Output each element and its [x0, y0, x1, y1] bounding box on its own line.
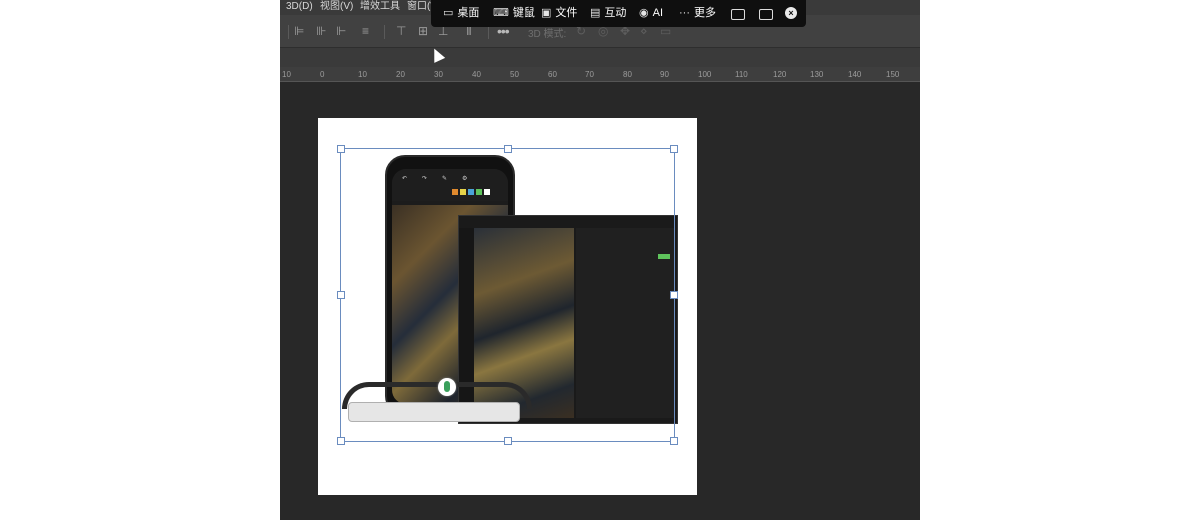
keyboard-mouse-button[interactable]: ⌨ 键鼠: [493, 0, 535, 27]
screenshot-icon[interactable]: [759, 9, 773, 20]
file-button[interactable]: ▣ 文件: [541, 0, 577, 27]
3d-mode-label: 3D 模式:: [528, 29, 567, 40]
transform-handle[interactable]: [504, 145, 512, 153]
horizontal-ruler: 10 0 10 20 30 40 50 60 70 80 90 100 110 …: [280, 67, 920, 82]
menu-3d[interactable]: 3D(D): [286, 0, 313, 15]
transform-handle[interactable]: [337, 145, 345, 153]
tab-strip: [280, 48, 920, 67]
ruler-tick: 130: [810, 70, 824, 79]
ruler-tick: 30: [434, 70, 443, 79]
transform-handle[interactable]: [670, 291, 678, 299]
ruler-tick: 80: [623, 70, 632, 79]
ruler-tick: 150: [886, 70, 900, 79]
transform-handle[interactable]: [337, 437, 345, 445]
ruler-tick: 20: [396, 70, 405, 79]
align-left-icon[interactable]: ⊫: [294, 24, 304, 38]
ruler-tick: 120: [773, 70, 787, 79]
divider: [288, 25, 289, 39]
menu-plugins[interactable]: 增效工具: [360, 0, 400, 15]
menu-view[interactable]: 视图(V): [320, 0, 353, 15]
ruler-tick: 10: [282, 70, 291, 79]
transform-handle[interactable]: [337, 291, 345, 299]
align-middle-icon[interactable]: ⊞: [418, 24, 428, 38]
ai-button[interactable]: ◉ AI: [639, 0, 663, 27]
picture-in-picture-icon[interactable]: [731, 9, 745, 20]
divider: [488, 25, 489, 39]
ruler-tick: 40: [472, 70, 481, 79]
divider: [384, 25, 385, 39]
more-dots-icon: ···: [679, 7, 690, 19]
align-top-icon[interactable]: ⊤: [396, 24, 406, 38]
remote-control-toolbar: ▭ 桌面 ⌨ 键鼠 ▣ 文件 ▤ 互动 ◉ AI ··· 更多 ×: [431, 0, 806, 27]
ruler-tick: 70: [585, 70, 594, 79]
ruler-tick: 140: [848, 70, 862, 79]
ruler-tick: 110: [735, 70, 748, 79]
folder-icon: ▣: [541, 7, 552, 19]
align-right-icon[interactable]: ⊩: [336, 24, 346, 38]
distribute-icon[interactable]: ≡: [362, 24, 369, 38]
desktop-button[interactable]: ▭ 桌面: [443, 0, 479, 27]
transform-handle[interactable]: [504, 437, 512, 445]
eye-icon: ◉: [639, 7, 649, 19]
monitor-icon: ▭: [443, 7, 454, 19]
ruler-tick: 60: [548, 70, 557, 79]
align-center-icon[interactable]: ⊪: [316, 24, 326, 38]
ruler-tick: 10: [358, 70, 367, 79]
keyboard-icon: ⌨: [493, 7, 509, 19]
chat-icon: ▤: [590, 7, 601, 19]
close-icon[interactable]: ×: [785, 7, 797, 19]
ruler-tick: 0: [320, 70, 325, 79]
ruler-tick: 50: [510, 70, 519, 79]
ruler-tick: 100: [698, 70, 712, 79]
transform-handle[interactable]: [670, 437, 678, 445]
more-button[interactable]: ··· 更多: [679, 0, 716, 27]
transform-handle[interactable]: [670, 145, 678, 153]
transform-bounding-box[interactable]: [337, 145, 678, 445]
interact-button[interactable]: ▤ 互动: [590, 0, 626, 27]
ruler-tick: 90: [660, 70, 669, 79]
